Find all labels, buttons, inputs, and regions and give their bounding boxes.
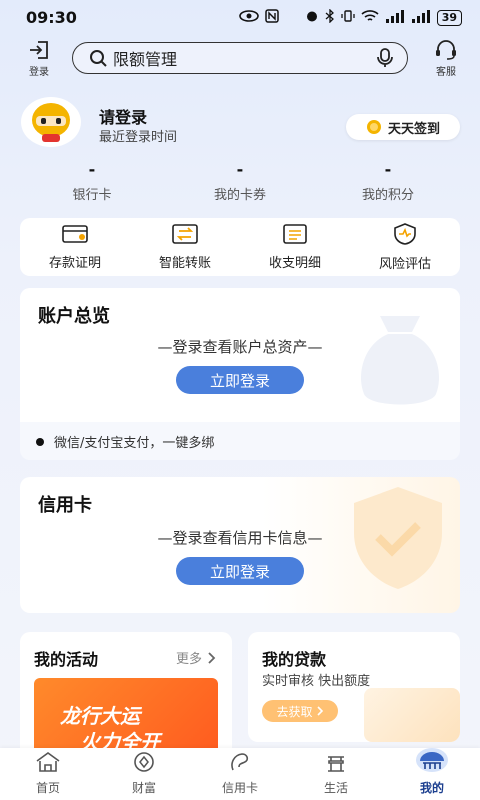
status-bar: 09:30 39 [0, 0, 480, 36]
bottom-nav: 首页 财富 信用卡 生活 我的 [0, 748, 480, 800]
get-loan-button[interactable]: 去获取 [262, 700, 338, 722]
loans-title: 我的贷款 [262, 650, 327, 669]
stat-coupons[interactable]: - 我的卡券 [170, 160, 310, 203]
headset-icon [426, 40, 466, 63]
battery-indicator: 39 [436, 9, 462, 26]
more-label: 更多 [175, 652, 202, 667]
chevron-right-icon [316, 706, 324, 716]
credit-card-section: 信用卡 —登录查看信用卡信息— 立即登录 [20, 477, 460, 613]
stat-bank-cards[interactable]: - 银行卡 [22, 160, 162, 203]
account-login-button[interactable]: 立即登录 [176, 366, 304, 394]
credit-card-title: 信用卡 [38, 495, 92, 516]
quick-action-label: 智能转账 [158, 255, 211, 271]
wealth-icon [132, 751, 156, 777]
stat-value: - [88, 160, 96, 179]
nav-profile[interactable]: 我的 [384, 748, 480, 800]
coin-icon [366, 119, 382, 135]
vibrate-icon [341, 9, 355, 26]
search-bar[interactable]: 限额管理 [72, 42, 408, 74]
status-icons: 39 [238, 8, 462, 26]
account-overview-title: 账户总览 [38, 306, 110, 327]
activities-more-link[interactable]: 更多 [176, 648, 216, 667]
wallet-illustration [364, 688, 460, 742]
search-input[interactable]: 限额管理 [113, 46, 377, 70]
signal-icon [385, 9, 405, 26]
profile-icon [415, 747, 449, 777]
login-prompt-title[interactable]: 请登录 [99, 104, 147, 128]
microphone-icon[interactable] [377, 48, 393, 68]
quick-action-statement[interactable]: 收支明细 [240, 218, 350, 276]
credit-login-button[interactable]: 立即登录 [176, 557, 304, 585]
last-login-time: 最近登录时间 [99, 130, 178, 145]
activities-title: 我的活动 [34, 650, 99, 669]
quick-action-label: 风险评估 [378, 256, 431, 272]
credit-login-hint: —登录查看信用卡信息— [157, 529, 323, 547]
home-icon [35, 751, 61, 777]
nav-wealth[interactable]: 财富 [96, 748, 192, 800]
wallet-binding-row[interactable]: 微信/支付宝支付，一键多绑 [36, 432, 214, 451]
quick-action-risk-assessment[interactable]: 风险评估 [350, 218, 460, 276]
stat-label: 我的卡券 [213, 188, 266, 203]
stat-label: 银行卡 [72, 188, 112, 203]
account-login-hint: —登录查看账户总资产— [157, 338, 323, 356]
status-time: 09:30 [26, 8, 77, 27]
life-icon [324, 751, 348, 777]
stat-value: - [236, 160, 244, 179]
chevron-right-icon [208, 651, 216, 664]
login-icon [20, 40, 58, 63]
alarm-icon [305, 9, 319, 26]
statement-icon [282, 223, 308, 248]
wifi-icon [361, 9, 379, 26]
quick-actions: 存款证明 智能转账 收支明细 风险评估 [20, 218, 460, 276]
bullet-dot [36, 437, 44, 446]
nav-label: 信用卡 [221, 781, 258, 795]
login-button[interactable]: 登录 [20, 40, 58, 78]
search-icon [89, 49, 107, 67]
stat-label: 我的积分 [361, 188, 414, 203]
quick-action-label: 收支明细 [268, 255, 321, 271]
service-label: 客服 [436, 67, 456, 78]
nav-life[interactable]: 生活 [288, 748, 384, 800]
deposit-certificate-icon [62, 224, 88, 248]
banner-line1: 龙行大运 [60, 704, 140, 728]
stat-points[interactable]: - 我的积分 [318, 160, 458, 203]
nfc-icon [264, 9, 279, 26]
loans-subtitle: 实时审核 快出额度 [262, 674, 371, 689]
login-label: 登录 [29, 67, 49, 78]
nav-label: 我的 [419, 781, 444, 795]
daily-signin-label: 天天签到 [387, 121, 440, 137]
wallet-binding-text: 微信/支付宝支付，一键多绑 [54, 436, 215, 451]
nav-label: 首页 [35, 781, 60, 795]
credit-card-icon [228, 751, 252, 777]
avatar[interactable] [20, 96, 82, 148]
quick-action-label: 存款证明 [48, 255, 101, 271]
risk-assessment-icon [393, 222, 417, 249]
nav-home[interactable]: 首页 [0, 748, 96, 800]
customer-service-button[interactable]: 客服 [426, 40, 466, 78]
nav-label: 生活 [323, 781, 348, 795]
signal-icon-2 [411, 9, 431, 26]
stat-value: - [384, 160, 392, 179]
my-activities-card: 我的活动 更多 龙行大运 火力全开 [20, 632, 232, 762]
get-loan-label: 去获取 [276, 704, 313, 719]
nav-label: 财富 [131, 781, 156, 795]
bluetooth-icon [325, 8, 335, 26]
quick-action-deposit-certificate[interactable]: 存款证明 [20, 218, 130, 276]
eye-icon [238, 10, 259, 25]
nav-credit-card[interactable]: 信用卡 [192, 748, 288, 800]
transfer-icon [172, 223, 198, 248]
my-loans-card[interactable]: 我的贷款 实时审核 快出额度 去获取 [248, 632, 460, 742]
money-bag-icon [361, 316, 439, 405]
quick-action-transfer[interactable]: 智能转账 [130, 218, 240, 276]
account-overview-card: 账户总览 —登录查看账户总资产— 立即登录 微信/支付宝支付，一键多绑 [20, 288, 460, 460]
daily-signin-button[interactable]: 天天签到 [346, 114, 460, 140]
